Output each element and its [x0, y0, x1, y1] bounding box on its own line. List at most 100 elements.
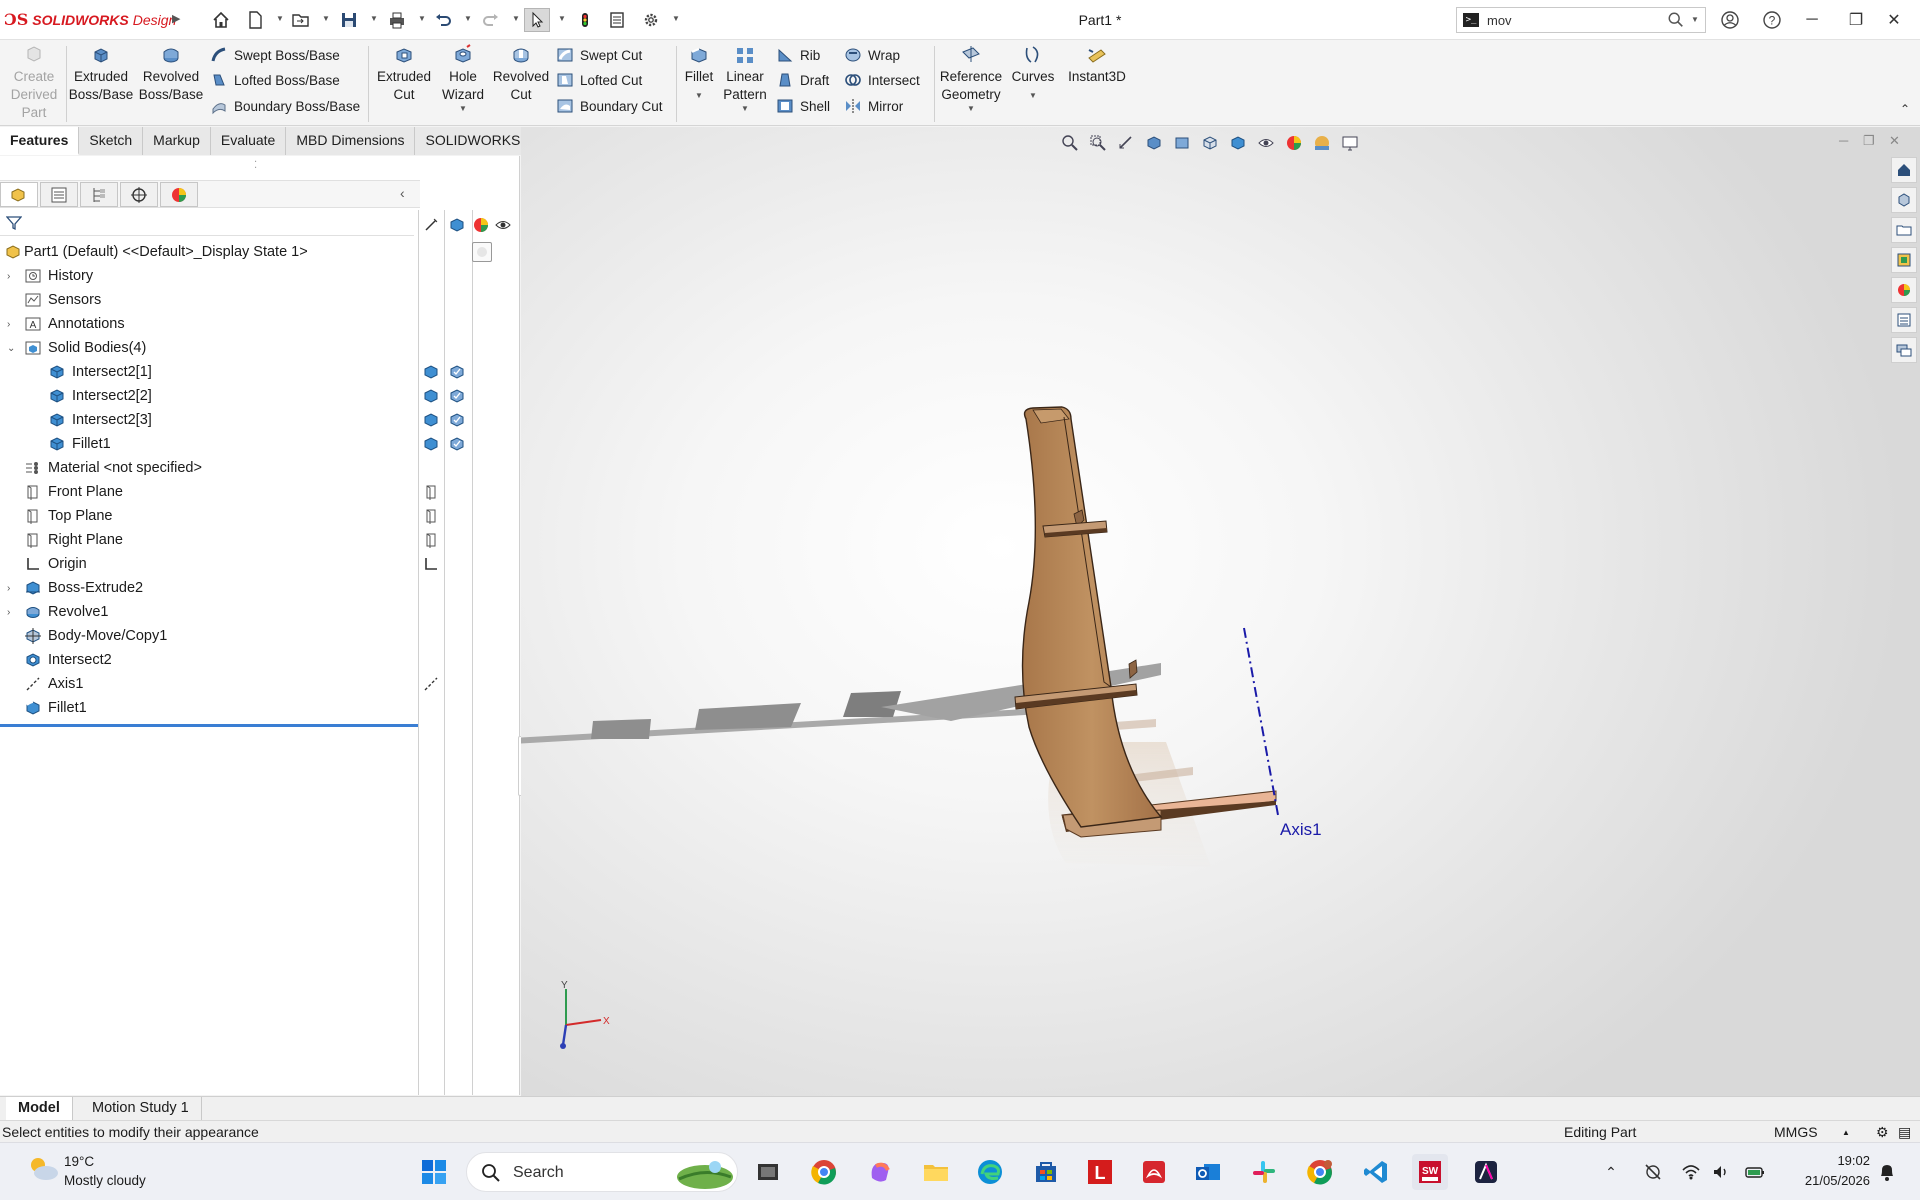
design-library-tab[interactable] — [1891, 187, 1917, 213]
sync-status-button[interactable] — [1642, 1161, 1664, 1183]
body-visibility-icon[interactable] — [422, 363, 440, 381]
collapse-arrow-icon[interactable]: ⌄ — [7, 343, 17, 354]
rebuild-status-icon[interactable]: ⚙ — [1876, 1124, 1889, 1141]
hole-wizard-button[interactable]: Hole Wizard ▼ — [438, 44, 488, 114]
menu-expand-icon[interactable]: ▶ — [172, 12, 180, 25]
chrome-profile-button[interactable] — [1302, 1154, 1338, 1190]
start-button[interactable] — [416, 1154, 452, 1190]
tab-motion-study-1[interactable]: Motion Study 1 — [80, 1097, 202, 1120]
previous-view-button[interactable] — [1113, 131, 1139, 155]
tab-mbd-dimensions[interactable]: MBD Dimensions — [286, 127, 416, 155]
system-clock[interactable]: 19:02 21/05/2026 — [1780, 1151, 1870, 1191]
print-dropdown-icon[interactable]: ▼ — [418, 14, 426, 23]
battery-button[interactable] — [1744, 1161, 1766, 1183]
plane-visibility-icon[interactable] — [422, 531, 440, 549]
hole-wizard-dropdown-icon[interactable]: ▼ — [459, 104, 467, 114]
curves-button[interactable]: Curves ▼ — [1008, 44, 1058, 106]
zoom-to-fit-button[interactable] — [1057, 131, 1083, 155]
tree-item[interactable]: › A Annotations — [0, 312, 418, 336]
featuremanager-tab[interactable] — [0, 182, 38, 207]
shell-button[interactable]: Shell — [776, 95, 830, 117]
tree-item[interactable]: › Boss-Extrude2 — [0, 576, 418, 600]
appearances-tab[interactable] — [1891, 277, 1917, 303]
solidworks-taskbar-button[interactable]: SW — [1412, 1154, 1448, 1190]
tree-item[interactable]: Right Plane — [0, 528, 418, 552]
fillet-dropdown-icon[interactable]: ▼ — [695, 86, 703, 106]
unit-system[interactable]: MMGS — [1774, 1124, 1818, 1140]
curves-dropdown-icon[interactable]: ▼ — [1029, 86, 1037, 106]
minimize-button[interactable]: ─ — [1794, 6, 1830, 34]
new-dropdown-icon[interactable]: ▼ — [276, 14, 284, 23]
origin-visibility-icon[interactable] — [422, 555, 440, 573]
view-palette-tab[interactable] — [1891, 247, 1917, 273]
home-button[interactable] — [208, 8, 234, 32]
show-hidden-icons[interactable]: ⌃ — [1600, 1161, 1622, 1183]
section-view-button[interactable] — [1141, 131, 1167, 155]
redo-button[interactable] — [478, 8, 504, 32]
tree-item[interactable]: ⌄ Solid Bodies(4) — [0, 336, 418, 360]
fillet-button[interactable]: Fillet ▼ — [680, 44, 718, 106]
search-dropdown-icon[interactable]: ▼ — [1691, 15, 1699, 24]
app-l-button[interactable]: L — [1082, 1154, 1118, 1190]
task-view-button[interactable] — [750, 1154, 786, 1190]
body-appearance-icon[interactable] — [448, 387, 466, 405]
wrap-button[interactable]: Wrap — [844, 44, 900, 66]
tree-item[interactable]: › Revolve1 — [0, 600, 418, 624]
tree-item[interactable]: Origin — [0, 552, 418, 576]
affinity-button[interactable] — [1468, 1154, 1504, 1190]
tree-item[interactable]: Body-Move/Copy1 — [0, 624, 418, 648]
boundary-cut-button[interactable]: Boundary Cut — [556, 95, 663, 117]
expand-arrow-icon[interactable]: › — [7, 319, 17, 330]
open-dropdown-icon[interactable]: ▼ — [322, 14, 330, 23]
select-dropdown-icon[interactable]: ▼ — [558, 14, 566, 23]
draft-button[interactable]: Draft — [776, 69, 829, 91]
graphics-area[interactable]: Axis1 Y X ─ ❐ ✕ — [521, 127, 1920, 1096]
slack-button[interactable] — [1246, 1154, 1282, 1190]
undo-dropdown-icon[interactable]: ▼ — [464, 14, 472, 23]
custom-properties-tab[interactable] — [1891, 307, 1917, 333]
units-dropdown-icon[interactable]: ▲ — [1842, 1128, 1850, 1137]
print-button[interactable] — [384, 8, 410, 32]
status-panel-icon[interactable]: ▤ — [1898, 1124, 1911, 1141]
tab-features[interactable]: Features — [0, 127, 80, 155]
reference-geometry-button[interactable]: Reference Geometry ▼ — [936, 44, 1006, 114]
tab-model[interactable]: Model — [6, 1097, 73, 1120]
tree-item[interactable]: Fillet1 — [0, 432, 418, 456]
taskbar-search[interactable]: Search — [466, 1152, 738, 1192]
appearance-swatch[interactable] — [472, 242, 492, 262]
edit-appearance-button[interactable] — [1281, 131, 1307, 155]
options-button[interactable] — [638, 8, 664, 32]
save-dropdown-icon[interactable]: ▼ — [370, 14, 378, 23]
close-button[interactable]: ✕ — [1876, 6, 1912, 34]
plane-visibility-icon[interactable] — [422, 483, 440, 501]
viewport-restore-icon[interactable]: ❐ — [1863, 133, 1875, 149]
copilot-button[interactable] — [862, 1154, 898, 1190]
tree-root[interactable]: Part1 (Default) <<Default>_Display State… — [0, 240, 418, 264]
expand-arrow-icon[interactable]: › — [7, 583, 17, 594]
lofted-cut-button[interactable]: Lofted Cut — [556, 69, 642, 91]
save-button[interactable] — [336, 8, 362, 32]
weather-widget[interactable]: 19°C Mostly cloudy — [26, 1153, 186, 1193]
store-button[interactable] — [1028, 1154, 1064, 1190]
tree-filter[interactable] — [0, 210, 414, 236]
redo-dropdown-icon[interactable]: ▼ — [512, 14, 520, 23]
revolved-cut-button[interactable]: Revolved Cut — [490, 44, 552, 104]
chrome-button[interactable] — [806, 1154, 842, 1190]
tree-item[interactable]: Top Plane — [0, 504, 418, 528]
body-column-icon[interactable] — [448, 216, 466, 234]
instant3d-button[interactable]: Instant3D — [1062, 44, 1132, 86]
open-button[interactable] — [288, 8, 314, 32]
swept-cut-button[interactable]: Swept Cut — [556, 44, 642, 66]
boundary-boss-button[interactable]: Boundary Boss/Base — [210, 95, 360, 117]
body-appearance-icon[interactable] — [448, 363, 466, 381]
expand-arrow-icon[interactable]: › — [7, 271, 17, 282]
command-search-box[interactable]: >_ ▼ — [1456, 7, 1706, 33]
body-appearance-icon[interactable] — [448, 435, 466, 453]
view-settings-button[interactable] — [1337, 131, 1363, 155]
new-document-button[interactable] — [242, 8, 268, 32]
tree-item[interactable]: Intersect2 — [0, 648, 418, 672]
viewport-close-icon[interactable]: ✕ — [1889, 133, 1900, 149]
intersect-button[interactable]: Intersect — [844, 69, 920, 91]
restore-button[interactable]: ❐ — [1838, 6, 1874, 34]
tree-item[interactable]: Intersect2[3] — [0, 408, 418, 432]
